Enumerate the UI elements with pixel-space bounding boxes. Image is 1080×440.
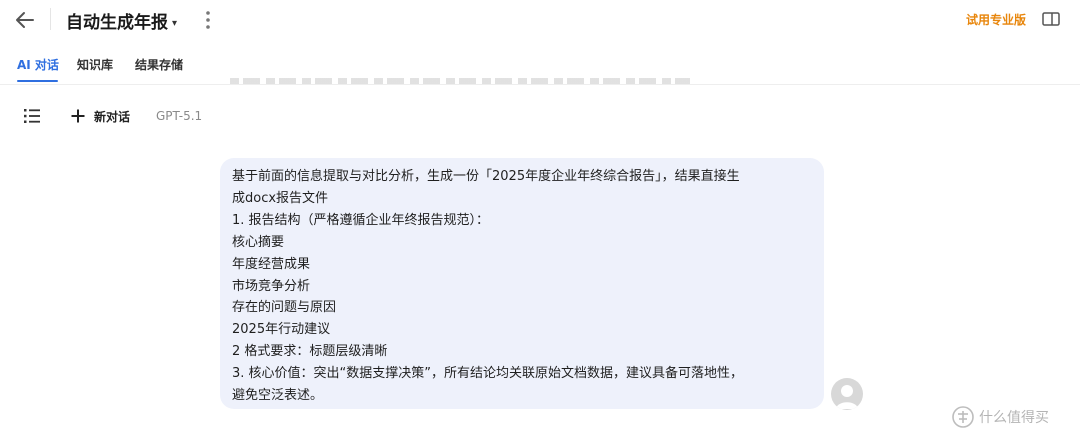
message-line: 避免空泛表述。 — [232, 388, 324, 404]
new-chat-button[interactable]: 新对话 — [70, 106, 130, 126]
more-options-button[interactable] — [198, 9, 218, 31]
message-line: 2025年行动建议 — [232, 322, 331, 338]
message-line: 2 格式要求：标题层级清晰 — [232, 344, 388, 360]
history-list-button[interactable] — [22, 107, 42, 125]
sidebar-panel-icon — [1042, 12, 1060, 26]
watermark-text: 什么值得买 — [979, 410, 1049, 426]
more-vertical-icon — [206, 11, 210, 29]
try-pro-button[interactable]: 试用专业版 — [966, 11, 1026, 28]
list-icon — [24, 109, 40, 123]
page-title: 自动生成年报 — [66, 13, 168, 33]
message-line: 年度经营成果 — [232, 256, 311, 272]
tab-ai-chat[interactable]: AI 对话 — [17, 56, 59, 82]
message-line: 存在的问题与原因 — [232, 300, 337, 316]
tab-knowledge-base[interactable]: 知识库 — [77, 56, 113, 82]
toggle-panel-button[interactable] — [1041, 10, 1061, 28]
arrow-left-icon — [16, 12, 34, 28]
message-line: 基于前面的信息提取与对比分析，生成一份「2025年度企业年终综合报告」，结果直接… — [232, 169, 740, 184]
plus-icon — [71, 109, 85, 123]
back-button[interactable] — [14, 9, 36, 31]
tab-result-storage[interactable]: 结果存储 — [135, 56, 183, 82]
tab-bar-divider — [0, 84, 1080, 85]
chevron-down-icon: ▾ — [172, 18, 178, 29]
watermark-logo-icon — [952, 406, 974, 428]
user-avatar-icon — [836, 385, 858, 409]
active-tab-indicator — [17, 80, 58, 82]
message-line: 3. 核心价值：突出“数据支撑决策”，所有结论均关联原始文档数据，建议具备可落地… — [232, 366, 744, 382]
page-title-dropdown[interactable]: 自动生成年报 ▾ — [66, 8, 177, 33]
model-selector[interactable]: GPT-5.1 — [156, 109, 202, 123]
message-line: 市场竞争分析 — [232, 278, 311, 294]
new-chat-label: 新对话 — [94, 109, 131, 124]
user-message-bubble: 基于前面的信息提取与对比分析，生成一份「2025年度企业年终综合报告」，结果直接… — [220, 158, 824, 409]
message-line: 成docx报告文件 — [232, 190, 329, 206]
watermark: 什么值得买 — [951, 404, 1049, 430]
message-line: 核心摘要 — [232, 234, 285, 250]
chat-toolbar: 新对话 GPT-5.1 — [0, 100, 1080, 132]
divider — [50, 8, 51, 30]
top-bar: 自动生成年报 ▾ 试用专业版 — [0, 0, 1080, 40]
message-line: 1. 报告结构（严格遵循企业年终报告规范）： — [232, 212, 490, 228]
avatar — [831, 378, 863, 410]
